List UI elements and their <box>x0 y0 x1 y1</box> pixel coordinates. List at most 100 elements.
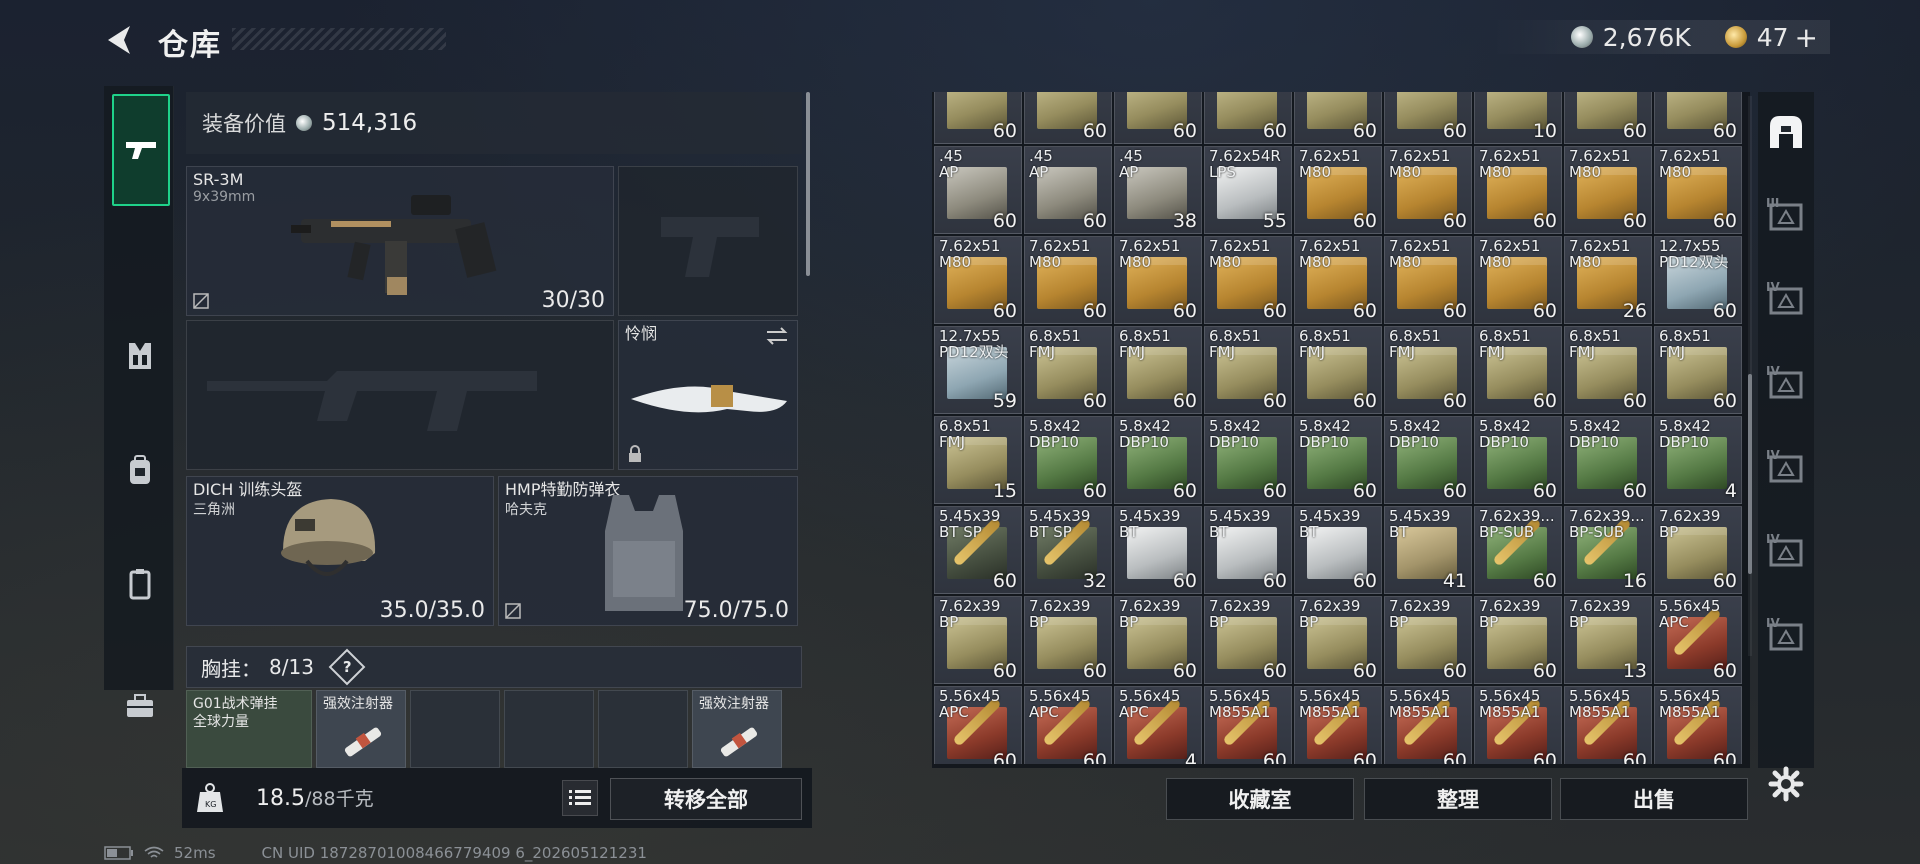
swap-icon[interactable] <box>765 327 789 345</box>
ammo-item[interactable]: 7.62x39... BP-SUB 60 <box>1474 506 1562 594</box>
ammo-item[interactable]: 60 <box>1294 92 1382 144</box>
ammo-item[interactable]: 6.8x51 FMJ 60 <box>1114 326 1202 414</box>
ammo-item[interactable]: 7.62x39 BP 60 <box>1204 596 1292 684</box>
ammo-item[interactable]: 7.62x51 M80 60 <box>1474 146 1562 234</box>
ammo-item[interactable]: 5.8x42 DBP10 4 <box>1654 416 1742 504</box>
ammo-item[interactable]: 5.8x42 DBP10 60 <box>1294 416 1382 504</box>
ammo-item[interactable]: 6.8x51 FMJ 60 <box>1474 326 1562 414</box>
nav-toolbox[interactable] <box>112 674 168 738</box>
ammo-item[interactable]: 6.8x51 FMJ 60 <box>1384 326 1472 414</box>
ammo-item[interactable]: 5.45x39 BT 60 <box>1294 506 1382 594</box>
collection-room-button[interactable]: 收藏室 <box>1166 778 1354 820</box>
ammo-item[interactable]: 12.7x55 PD12双头 59 <box>934 326 1022 414</box>
ammo-item[interactable]: 5.8x42 DBP10 60 <box>1204 416 1292 504</box>
ammo-item[interactable]: 7.62x39 BP 13 <box>1564 596 1652 684</box>
ammo-item[interactable]: 6.8x51 FMJ 60 <box>1024 326 1112 414</box>
ammo-item[interactable]: 5.56x45 M855A1 60 <box>1654 686 1742 764</box>
ammo-item[interactable]: 60 <box>1114 92 1202 144</box>
chest-rig-slot[interactable] <box>598 690 688 768</box>
ammo-item[interactable]: 7.62x51 M80 60 <box>1024 236 1112 324</box>
ammo-item[interactable]: 60 <box>1024 92 1112 144</box>
ammo-item[interactable]: 6.8x51 FMJ 15 <box>934 416 1022 504</box>
ammo-item[interactable]: 7.62x51 M80 60 <box>1114 236 1202 324</box>
melee-slot[interactable]: 怜悯 <box>618 320 798 470</box>
ammo-item[interactable]: 7.62x51 M80 60 <box>1294 146 1382 234</box>
settings-gear-icon[interactable] <box>1768 766 1804 802</box>
ammo-item[interactable]: 5.56x45 APC 60 <box>1024 686 1112 764</box>
ammo-item[interactable]: 60 <box>934 92 1022 144</box>
ammo-item[interactable]: 7.62x39 BP 60 <box>934 596 1022 684</box>
ammo-item[interactable]: 7.62x39 BP 60 <box>1654 506 1742 594</box>
home-safe-icon[interactable] <box>1764 110 1808 154</box>
ammo-item[interactable]: 7.62x51 M80 60 <box>1474 236 1562 324</box>
ammo-item[interactable]: 7.62x51 M80 60 <box>1294 236 1382 324</box>
ammo-item[interactable]: 7.62x39 BP 60 <box>1474 596 1562 684</box>
ammo-item[interactable]: 5.8x42 DBP10 60 <box>1114 416 1202 504</box>
back-arrow-icon[interactable] <box>100 20 140 60</box>
ammo-item[interactable]: 7.62x39 BP 60 <box>1024 596 1112 684</box>
ammo-item[interactable]: 60 <box>1204 92 1292 144</box>
container-iv-icon[interactable]: IV <box>1764 278 1808 322</box>
ammo-item[interactable]: 5.56x45 APC 4 <box>1114 686 1202 764</box>
sell-button[interactable]: 出售 <box>1560 778 1748 820</box>
ammo-item[interactable]: 60 <box>1384 92 1472 144</box>
chest-rig-slot[interactable] <box>410 690 500 768</box>
ammo-item[interactable]: 7.62x39... BP-SUB 16 <box>1564 506 1652 594</box>
ammo-item[interactable]: 6.8x51 FMJ 60 <box>1654 326 1742 414</box>
primary-weapon-slot[interactable]: SR-3M 9x39mm 30/30 <box>186 166 614 316</box>
ammo-item[interactable]: 5.8x42 DBP10 60 <box>1024 416 1112 504</box>
ammo-item[interactable]: .45 AP 38 <box>1114 146 1202 234</box>
ammo-item[interactable]: 5.56x45 M855A1 60 <box>1384 686 1472 764</box>
ammo-item[interactable]: 60 <box>1654 92 1742 144</box>
add-currency-button[interactable]: + <box>1795 21 1818 54</box>
ammo-item[interactable]: 7.62x39 BP 60 <box>1114 596 1202 684</box>
ammo-item[interactable]: 60 <box>1564 92 1652 144</box>
ammo-item[interactable]: 7.62x39 BP 60 <box>1294 596 1382 684</box>
chest-rig-slot[interactable]: 强效注射器 <box>316 690 406 768</box>
container-iii-icon[interactable]: III <box>1764 194 1808 238</box>
ammo-item[interactable]: 5.8x42 DBP10 60 <box>1564 416 1652 504</box>
ammo-item[interactable]: 6.8x51 FMJ 60 <box>1294 326 1382 414</box>
ammo-item[interactable]: 7.62x39 BP 60 <box>1384 596 1472 684</box>
ammo-item[interactable]: 7.62x51 M80 60 <box>1384 146 1472 234</box>
ammo-item[interactable]: 5.45x39 BT SP 32 <box>1024 506 1112 594</box>
container-iv-b-icon[interactable]: IV <box>1764 362 1808 406</box>
armor-slot[interactable]: HMP特勤防弹衣 哈夫克 75.0/75.0 <box>498 476 798 626</box>
ammo-item[interactable]: 5.56x45 APC 60 <box>1654 596 1742 684</box>
nav-chest-rig[interactable] <box>112 324 168 388</box>
container-iv-e-icon[interactable]: IV <box>1764 614 1808 658</box>
ammo-item[interactable]: .45 AP 60 <box>1024 146 1112 234</box>
sort-button[interactable]: 整理 <box>1364 778 1552 820</box>
ammo-item[interactable]: 5.45x39 BT 41 <box>1384 506 1472 594</box>
ammo-item[interactable]: 7.62x51 M80 60 <box>1654 146 1742 234</box>
ammo-item[interactable]: 7.62x51 M80 60 <box>934 236 1022 324</box>
chest-rig-slot[interactable] <box>504 690 594 768</box>
ammo-item[interactable]: 12.7x55 PD12双头 60 <box>1654 236 1742 324</box>
ammo-item[interactable]: 5.8x42 DBP10 60 <box>1474 416 1562 504</box>
ammo-item[interactable]: 7.62x51 M80 60 <box>1204 236 1292 324</box>
ammo-item[interactable]: 7.62x51 M80 60 <box>1384 236 1472 324</box>
ammo-item[interactable]: 5.45x39 BT SP 60 <box>934 506 1022 594</box>
ammo-item[interactable]: 7.62x51 M80 60 <box>1564 146 1652 234</box>
nav-weapons[interactable] <box>112 94 170 206</box>
ammo-item[interactable]: 6.8x51 FMJ 60 <box>1204 326 1292 414</box>
warehouse-scrollbar[interactable] <box>1748 96 1752 656</box>
chest-rig-slot[interactable]: G01战术弹挂 全球力量 <box>186 690 312 768</box>
ammo-item[interactable]: 5.8x42 DBP10 60 <box>1384 416 1472 504</box>
nav-backpack[interactable] <box>112 438 168 502</box>
list-view-button[interactable] <box>562 780 598 816</box>
chest-rig-slot[interactable]: 强效注射器 <box>692 690 782 768</box>
helmet-slot[interactable]: DICH 训练头盔 三角洲 35.0/35.0 <box>186 476 494 626</box>
container-iv-d-icon[interactable]: IV <box>1764 530 1808 574</box>
ammo-item[interactable]: 5.45x39 BT 60 <box>1204 506 1292 594</box>
nav-safe-box[interactable] <box>112 552 168 616</box>
secondary-primary-slot[interactable] <box>186 320 614 470</box>
ammo-item[interactable]: 5.56x45 M855A1 60 <box>1204 686 1292 764</box>
ammo-item[interactable]: 10 <box>1474 92 1562 144</box>
ammo-item[interactable]: 5.56x45 M855A1 60 <box>1564 686 1652 764</box>
ammo-item[interactable]: 5.56x45 APC 60 <box>934 686 1022 764</box>
container-iv-c-icon[interactable]: IV <box>1764 446 1808 490</box>
scroll-thumb[interactable] <box>1748 374 1752 574</box>
ammo-item[interactable]: 6.8x51 FMJ 60 <box>1564 326 1652 414</box>
ammo-item[interactable]: 5.56x45 M855A1 60 <box>1474 686 1562 764</box>
